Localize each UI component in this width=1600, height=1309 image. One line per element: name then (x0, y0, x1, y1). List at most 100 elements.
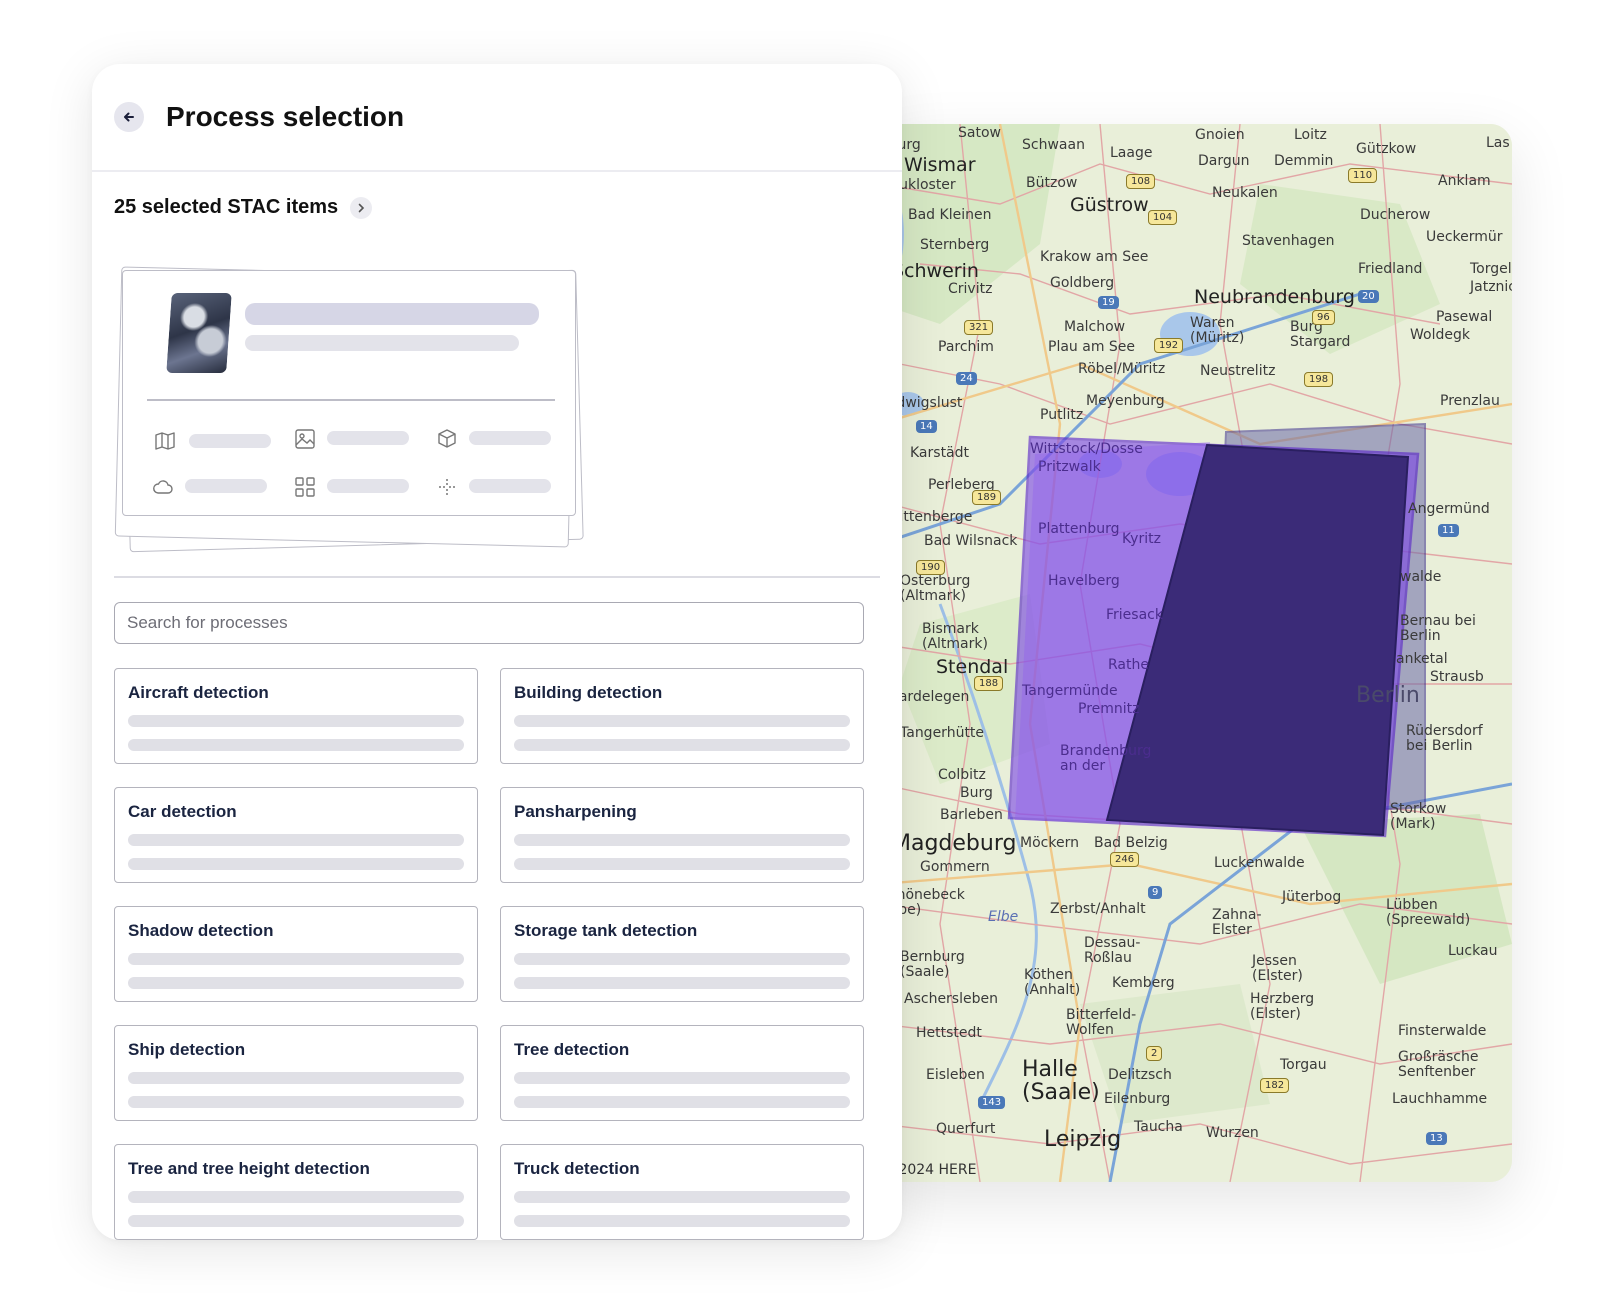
map-label: Wittstock/Dosse (1030, 441, 1143, 457)
map-label: Magdeburg (892, 831, 1017, 856)
map-label: Crivitz (948, 281, 993, 297)
skeleton-line (514, 1215, 850, 1227)
map-label: Torgelo (1470, 261, 1512, 277)
map-label: Querfurt (936, 1121, 996, 1137)
process-card[interactable]: Truck detection (500, 1144, 864, 1240)
map-label: Burg (960, 785, 993, 801)
process-card[interactable]: Ship detection (114, 1025, 478, 1121)
expand-stac-button[interactable] (350, 196, 373, 219)
process-card[interactable]: Tree and tree height detection (114, 1144, 478, 1240)
skeleton-line (514, 1096, 850, 1108)
map-label: Prenzlau (1440, 393, 1500, 409)
map-label: Rüdersdorf bei Berlin (1406, 723, 1483, 754)
process-card-title: Storage tank detection (514, 921, 698, 940)
process-card-title: Building detection (514, 683, 663, 702)
stac-item-preview-stack (114, 260, 594, 570)
map-label: Jatznick (1470, 279, 1512, 295)
map-icon (155, 432, 175, 450)
skeleton-line (128, 739, 464, 751)
skeleton-line (128, 858, 464, 870)
map-label: Demmin (1274, 153, 1334, 169)
skeleton-line (514, 858, 850, 870)
map-label: Eisleben (926, 1067, 985, 1083)
map-label: Pasewal (1436, 309, 1493, 325)
process-card-title: Pansharpening (514, 802, 637, 821)
map-label: Barleben (940, 807, 1003, 823)
map-label: Möckern (1020, 835, 1079, 851)
map-label: Berlin (1356, 683, 1420, 708)
map-label: Kemberg (1112, 975, 1175, 991)
map-label: Bitterfeld-Wolfen (1066, 1007, 1137, 1038)
map-label: Herzberg (Elster) (1250, 991, 1315, 1022)
map-label: Leipzig (1044, 1127, 1122, 1152)
map-label: Friesack (1106, 607, 1163, 623)
page-title: Process selection (166, 101, 405, 132)
map-label: Kyritz (1122, 531, 1161, 547)
process-card[interactable]: Car detection (114, 787, 478, 883)
map-label: Las (1486, 135, 1510, 151)
map-label: Storkow (Mark) (1390, 801, 1447, 832)
map-label: Malchow (1064, 319, 1126, 335)
map-label: walde (1400, 569, 1442, 585)
skeleton-line (128, 834, 464, 846)
cube-icon (438, 429, 456, 448)
map-label: Bad Wilsnack (924, 533, 1018, 549)
skeleton-line (514, 1072, 850, 1084)
map-label: Wurzen (1206, 1125, 1259, 1141)
map-label: Bismark (Altmark) (922, 621, 988, 652)
skeleton-line (514, 834, 850, 846)
image-icon (295, 429, 315, 449)
process-card[interactable]: Building detection (500, 668, 864, 764)
map-label: Wismar (904, 154, 976, 176)
process-card[interactable]: Shadow detection (114, 906, 478, 1002)
map-label: Jessen (Elster) (1252, 953, 1303, 984)
map-label: Gnoien (1195, 127, 1245, 143)
stac-count-label: 25 selected STAC items (114, 196, 339, 218)
map-label: Großräsche Senftenber (1398, 1049, 1479, 1080)
arrow-left-icon (124, 112, 134, 122)
skeleton-line (469, 431, 551, 445)
map-label: Neukalen (1212, 185, 1278, 201)
map-label: Anklam (1438, 173, 1491, 189)
process-card[interactable]: Aircraft detection (114, 668, 478, 764)
map-label: Zahna-Elster (1212, 907, 1262, 938)
map-label: Rathe (1108, 657, 1149, 673)
process-card-title: Tree detection (514, 1040, 630, 1059)
map-label: Neubrandenburg (1194, 286, 1355, 308)
process-card[interactable]: Pansharpening (500, 787, 864, 883)
map-label: anketal (1396, 651, 1448, 667)
map-label: Stendal (936, 656, 1009, 678)
process-card[interactable]: Storage tank detection (500, 906, 864, 1002)
stac-selection-row[interactable]: 25 selected STAC items (114, 196, 902, 219)
map-label: Colbitz (938, 767, 986, 783)
skeleton-line (185, 479, 267, 493)
skeleton-line (245, 335, 519, 351)
map-label: Bernburg (Saale) (900, 949, 965, 980)
process-card-title: Tree and tree height detection (128, 1159, 370, 1178)
map-label: Bad Belzig (1094, 835, 1168, 851)
map-label: Halle (Saale) (1022, 1057, 1100, 1106)
map-label: Hettstedt (916, 1025, 982, 1041)
skeleton-line (128, 1096, 464, 1108)
skeleton-line (128, 953, 464, 965)
map-label: Neustrelitz (1200, 363, 1276, 379)
map-label: Schwaan (1022, 137, 1085, 153)
skeleton-line (327, 431, 409, 445)
skeleton-line (128, 977, 464, 989)
map-label: Bernau bei Berlin (1400, 613, 1476, 644)
map-label: Luckau (1448, 943, 1498, 959)
map-label: Gützkow (1356, 141, 1417, 157)
process-card-title: Ship detection (128, 1040, 246, 1059)
section-divider (114, 576, 880, 578)
map-label: Strausb (1430, 669, 1484, 685)
process-search-input[interactable] (114, 602, 864, 644)
chevron-right-icon (358, 203, 365, 212)
map-label: Jüterbog (1282, 889, 1342, 905)
process-card[interactable]: Tree detection (500, 1025, 864, 1121)
map-label: Loitz (1294, 127, 1327, 143)
map-label: Elbe (988, 909, 1019, 925)
map-label: Tangerhütte (900, 725, 985, 741)
map-label: Zerbst/Anhalt (1050, 901, 1146, 917)
back-button[interactable] (114, 102, 144, 132)
map-view[interactable]: Satow eburg Wismar Schwaan Laage Gnoien … (880, 124, 1512, 1182)
